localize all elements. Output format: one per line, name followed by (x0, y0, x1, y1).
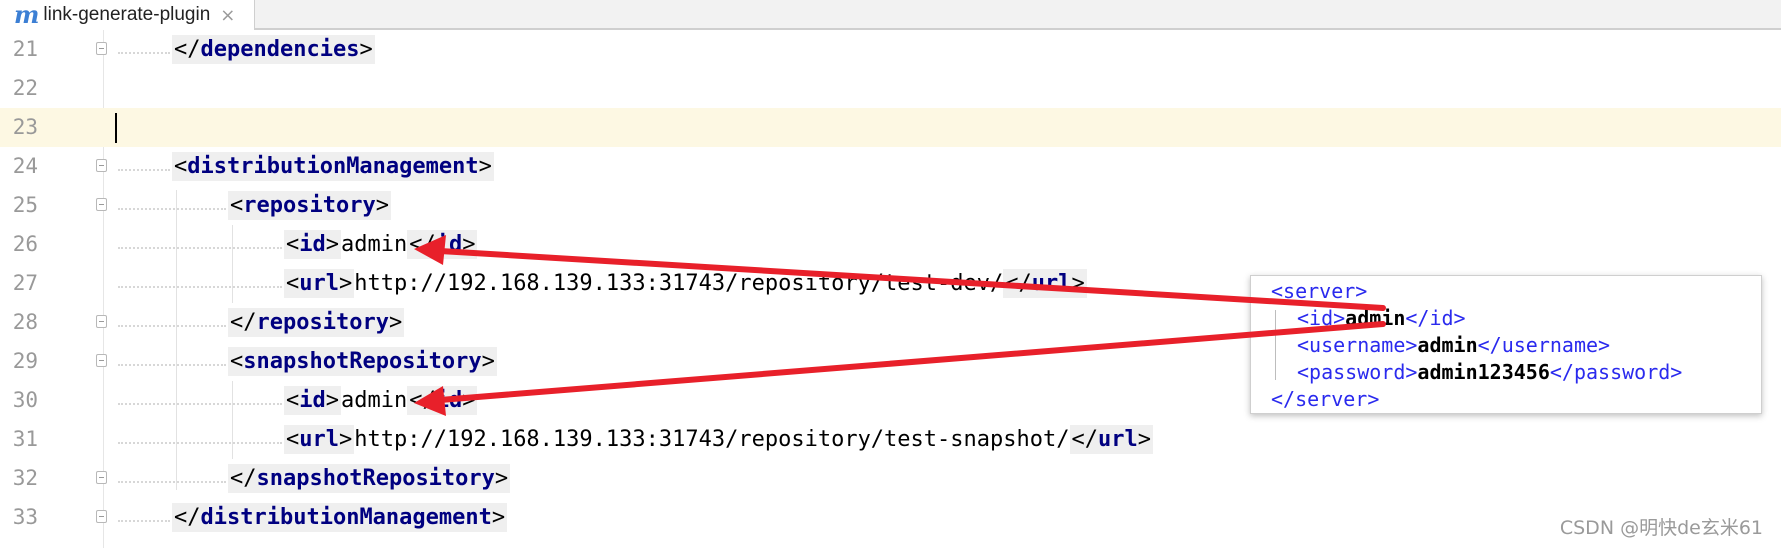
watermark: CSDN @明快de玄米61 (1559, 517, 1763, 539)
code-text: <url>http://192.168.139.133:31743/reposi… (284, 269, 1087, 298)
indent-whitespace (118, 286, 282, 290)
line-number: 29 (12, 349, 38, 373)
line-number: 32 (12, 466, 38, 490)
fold-marker-icon[interactable] (96, 354, 107, 367)
code-text: </dependencies> (172, 35, 375, 64)
text-caret (115, 113, 117, 143)
indent-whitespace (118, 208, 226, 212)
indent-whitespace (118, 520, 170, 524)
line-number: 23 (12, 115, 38, 139)
indent-whitespace (118, 169, 170, 173)
code-text: <id>admin</id> (284, 230, 478, 259)
indent-whitespace (118, 481, 226, 485)
maven-m-icon: m (14, 0, 40, 29)
snippet-password-line: <password>admin123456</password> (1297, 360, 1683, 384)
line-number: 22 (12, 76, 38, 100)
indent-guide (232, 381, 233, 459)
code-text: </repository> (228, 308, 405, 337)
indent-whitespace (118, 403, 282, 407)
code-line-32[interactable]: 32 </snapshotRepository> (0, 459, 1781, 498)
indent-guide (1275, 310, 1276, 380)
tab-link-generate-plugin[interactable]: m link-generate-plugin × (0, 0, 255, 30)
indent-whitespace (118, 325, 226, 329)
snippet-server-open: <server> (1271, 279, 1368, 303)
indent-guide (176, 190, 177, 490)
snippet-username-line: <username>admin</username> (1297, 333, 1611, 357)
code-line-26[interactable]: 26 <id>admin</id> (0, 225, 1781, 264)
fold-marker-icon[interactable] (96, 42, 107, 55)
line-number: 25 (12, 193, 38, 217)
line-number: 24 (12, 154, 38, 178)
snippet-server-close: </server> (1271, 387, 1380, 411)
code-text: <id>admin</id> (284, 386, 478, 415)
code-line-31[interactable]: 31 <url>http://192.168.139.133:31743/rep… (0, 420, 1781, 459)
code-line-33[interactable]: 33 </distributionManagement> (0, 498, 1781, 537)
code-text: <snapshotRepository> (228, 347, 497, 376)
code-text: </snapshotRepository> (228, 464, 511, 493)
line-number: 21 (12, 37, 38, 61)
code-line-25[interactable]: 25 <repository> (0, 186, 1781, 225)
tab-title: link-generate-plugin (43, 4, 211, 25)
fold-marker-icon[interactable] (96, 159, 107, 172)
fold-marker-icon[interactable] (96, 471, 107, 484)
fold-marker-icon[interactable] (96, 315, 107, 328)
code-text: <repository> (228, 191, 391, 220)
editor-tab-bar: m link-generate-plugin × (0, 0, 1781, 30)
code-line-24[interactable]: 24 <distributionManagement> (0, 147, 1781, 186)
indent-whitespace (118, 442, 282, 446)
code-text: <url>http://192.168.139.133:31743/reposi… (284, 425, 1153, 454)
code-line-23-current[interactable]: 23 (0, 108, 1781, 147)
fold-marker-icon[interactable] (96, 510, 107, 523)
line-number: 28 (12, 310, 38, 334)
code-line-22[interactable]: 22 (0, 69, 1781, 108)
indent-guide (232, 225, 233, 303)
indent-whitespace (118, 364, 226, 368)
code-text: </distributionManagement> (172, 503, 508, 532)
code-line-21[interactable]: 21 </dependencies> (0, 30, 1781, 69)
server-config-snippet: <server> <id>admin</id> <username>admin<… (1250, 275, 1762, 414)
fold-marker-icon[interactable] (96, 198, 107, 211)
close-icon[interactable]: × (220, 5, 235, 26)
code-text: <distributionManagement> (172, 152, 494, 181)
indent-whitespace (118, 52, 170, 56)
line-number: 30 (12, 388, 38, 412)
line-number: 33 (12, 505, 38, 529)
line-number: 26 (12, 232, 38, 256)
indent-whitespace (118, 247, 282, 251)
snippet-id-line: <id>admin</id> (1297, 306, 1466, 330)
line-number: 27 (12, 271, 38, 295)
line-number: 31 (12, 427, 38, 451)
